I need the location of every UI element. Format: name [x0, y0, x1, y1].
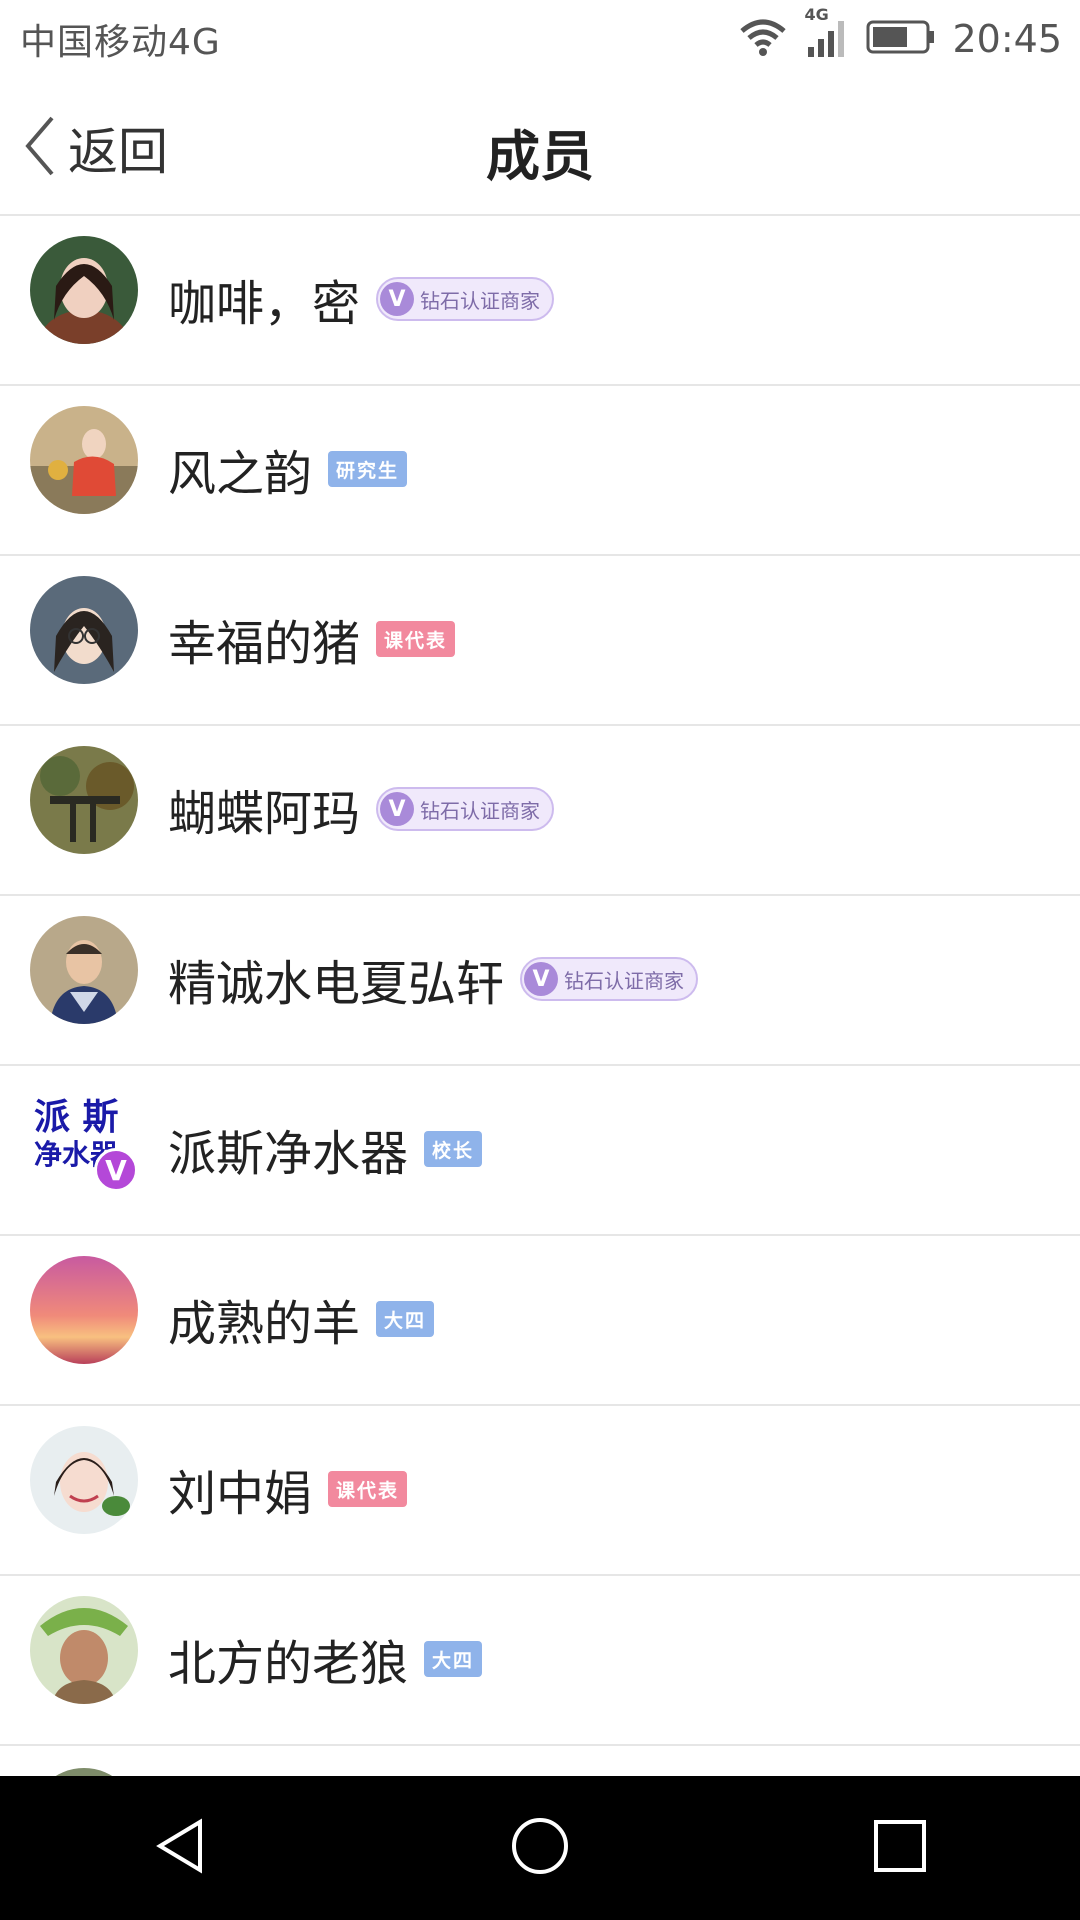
back-icon — [150, 1816, 210, 1880]
member-info: 成熟的羊 大四 — [168, 1284, 435, 1354]
network-badge: 4G — [804, 5, 829, 24]
member-row[interactable]: 北方的老狼 大四 — [0, 1576, 1080, 1746]
verified-badge: V 钻石认证商家 — [376, 277, 555, 321]
member-list: 咖啡，密 V 钻石认证商家 风之韵 研究生 幸福的猪 课代表 蝴蝶阿玛 V 钻石… — [0, 216, 1080, 1746]
member-name: 风之韵 — [168, 446, 313, 502]
page-title: 成员 — [486, 125, 594, 188]
member-info: 咖啡，密 V 钻石认证商家 — [168, 264, 555, 334]
role-badge: 大四 — [424, 1641, 483, 1677]
role-badge: 大四 — [376, 1301, 435, 1337]
verified-badge: V 钻石认证商家 — [520, 957, 699, 1001]
avatar[interactable]: 派 斯 净水器 V — [30, 1086, 138, 1194]
verified-icon: V — [380, 792, 415, 826]
avatar[interactable] — [30, 1596, 138, 1704]
role-badge: 课代表 — [328, 1471, 408, 1507]
verified-icon: V — [94, 1148, 138, 1192]
battery-icon — [866, 19, 936, 59]
verified-badge: V 钻石认证商家 — [376, 787, 555, 831]
nav-home-button[interactable] — [480, 1788, 600, 1908]
wifi-icon — [738, 17, 788, 61]
role-badge: 课代表 — [376, 621, 456, 657]
badge-label: 钻石认证商家 — [420, 288, 541, 313]
avatar[interactable] — [30, 916, 138, 1024]
role-badge: 校长 — [424, 1131, 483, 1167]
status-bar: 中国移动4G 4G 20:45 — [0, 0, 1080, 78]
member-info: 幸福的猪 课代表 — [168, 604, 456, 674]
avatar-logo-text: 派 斯 — [34, 1097, 119, 1138]
member-name: 北方的老狼 — [168, 1636, 409, 1692]
verified-icon: V — [524, 962, 559, 996]
avatar[interactable] — [30, 406, 138, 514]
member-info: 风之韵 研究生 — [168, 434, 408, 504]
member-row[interactable]: 成熟的羊 大四 — [0, 1236, 1080, 1406]
carrier-label: 中国移动4G — [20, 22, 221, 63]
system-nav-bar — [0, 1776, 1080, 1920]
avatar[interactable] — [30, 746, 138, 854]
member-info: 蝴蝶阿玛 V 钻石认证商家 — [168, 774, 555, 844]
member-name: 蝴蝶阿玛 — [168, 786, 361, 842]
status-time: 20:45 — [952, 17, 1062, 61]
avatar[interactable] — [30, 1256, 138, 1364]
member-name: 成熟的羊 — [168, 1296, 361, 1352]
member-name: 幸福的猪 — [168, 616, 361, 672]
member-name: 咖啡，密 — [168, 276, 361, 332]
member-row[interactable]: 幸福的猪 课代表 — [0, 556, 1080, 726]
member-name: 刘中娟 — [168, 1466, 313, 1522]
member-info: 精诚水电夏弘轩 V 钻石认证商家 — [168, 944, 699, 1014]
member-info: 派斯净水器 校长 — [168, 1114, 483, 1184]
badge-label: 钻石认证商家 — [420, 798, 541, 823]
status-icons: 4G 20:45 — [738, 5, 1062, 63]
nav-back-button[interactable] — [120, 1788, 240, 1908]
member-row[interactable]: 精诚水电夏弘轩 V 钻石认证商家 — [0, 896, 1080, 1066]
member-row[interactable]: 风之韵 研究生 — [0, 386, 1080, 556]
avatar[interactable] — [30, 576, 138, 684]
recents-icon — [872, 1818, 928, 1878]
avatar[interactable] — [30, 1426, 138, 1534]
member-info: 北方的老狼 大四 — [168, 1624, 483, 1694]
signal-icon: 4G — [804, 5, 850, 63]
role-badge: 研究生 — [328, 451, 408, 487]
member-name: 派斯净水器 — [168, 1126, 409, 1182]
member-row[interactable]: 蝴蝶阿玛 V 钻石认证商家 — [0, 726, 1080, 896]
member-row[interactable]: 刘中娟 课代表 — [0, 1406, 1080, 1576]
member-info: 刘中娟 课代表 — [168, 1454, 408, 1524]
avatar[interactable] — [30, 236, 138, 344]
member-name: 精诚水电夏弘轩 — [168, 956, 505, 1012]
member-row[interactable]: 咖啡，密 V 钻石认证商家 — [0, 216, 1080, 386]
badge-label: 钻石认证商家 — [564, 968, 685, 993]
home-icon — [510, 1816, 570, 1880]
member-row[interactable]: 派 斯 净水器 V 派斯净水器 校长 — [0, 1066, 1080, 1236]
app-header: 返回 成员 — [0, 78, 1080, 216]
verified-icon: V — [380, 282, 415, 316]
nav-recents-button[interactable] — [840, 1788, 960, 1908]
